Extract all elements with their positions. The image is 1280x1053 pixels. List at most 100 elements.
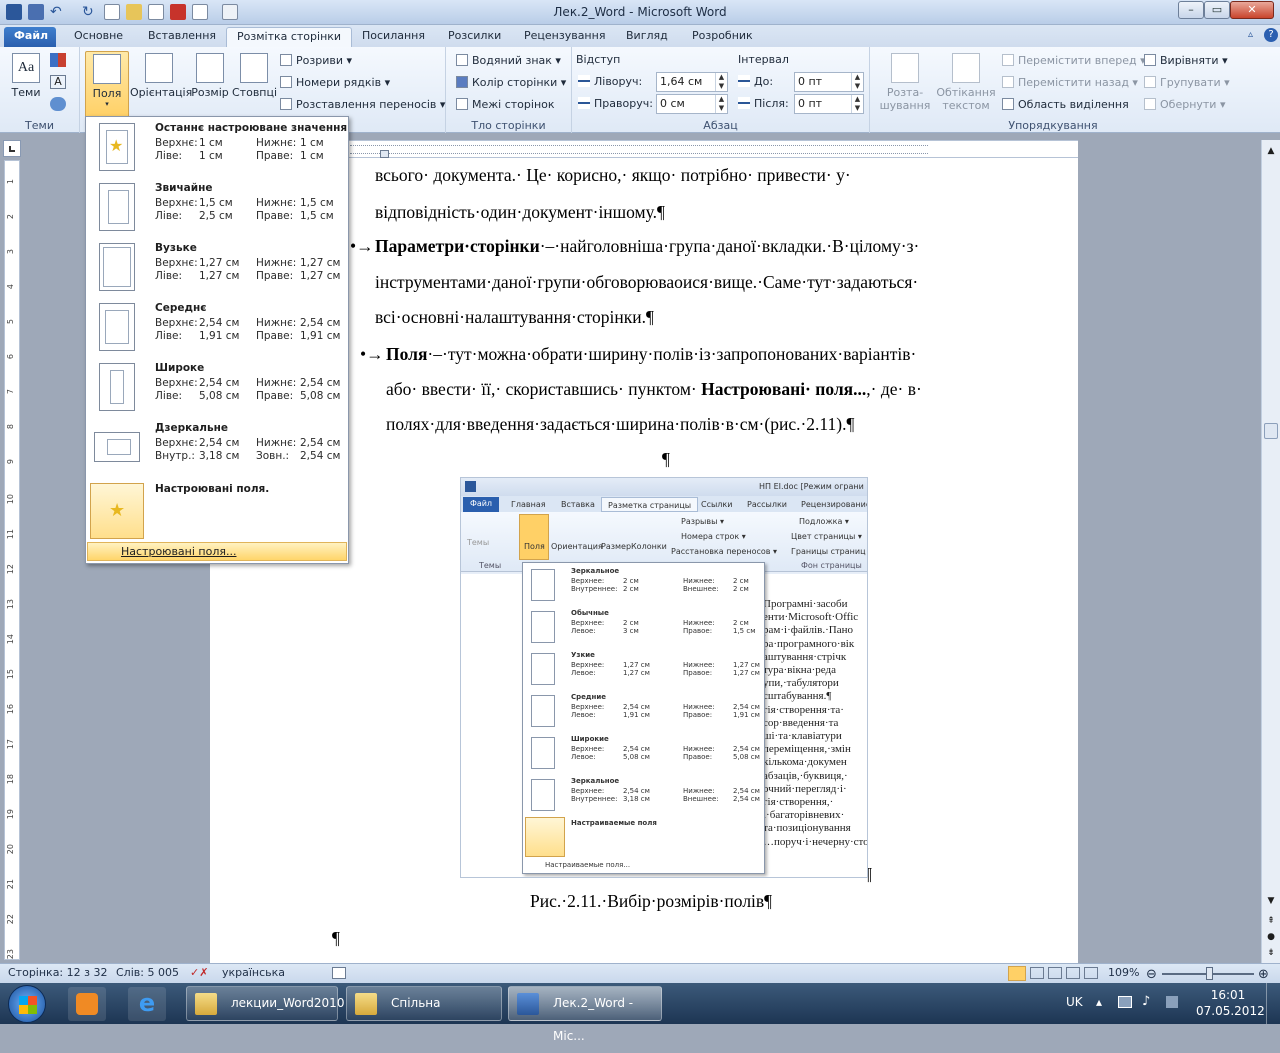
- tab-developer[interactable]: Розробник: [682, 27, 763, 47]
- spacing-after-spinner-icon[interactable]: ▲ ▼: [851, 95, 863, 113]
- start-button[interactable]: [8, 985, 46, 1023]
- zoom-level[interactable]: 109%: [1108, 964, 1139, 982]
- media-player-icon[interactable]: [68, 987, 106, 1021]
- indent-left-input[interactable]: 1,64 см ▲ ▼: [656, 72, 728, 92]
- vertical-scrollbar[interactable]: ▲ ▼ ⇞ ● ⇟: [1261, 140, 1280, 963]
- web-layout-view-icon[interactable]: [1048, 967, 1062, 979]
- zoom-slider-thumb[interactable]: [1206, 967, 1213, 980]
- bring-forward-button[interactable]: Перемістити вперед ▾: [1002, 52, 1146, 70]
- next-page-icon[interactable]: ⇟: [1264, 948, 1278, 962]
- show-hidden-icons-icon[interactable]: ▴: [1096, 995, 1102, 1009]
- previous-page-icon[interactable]: ⇞: [1264, 916, 1278, 930]
- close-button[interactable]: ✕: [1230, 1, 1274, 19]
- tab-references[interactable]: Посилання: [352, 27, 435, 47]
- fig-themes: Темы: [467, 538, 490, 547]
- page-color-button[interactable]: Колір сторінки ▾: [456, 74, 566, 92]
- clock-time[interactable]: 16:01: [1198, 988, 1258, 1002]
- tab-mailings[interactable]: Розсилки: [438, 27, 511, 47]
- margin-option[interactable]: Дзеркальне Верхнє:2,54 см Нижнє: 2,54 см Вну…: [86, 417, 348, 477]
- full-screen-view-icon[interactable]: [1030, 967, 1044, 979]
- margin-value: 1,27 см: [300, 257, 341, 269]
- theme-fonts-icon[interactable]: A: [50, 75, 66, 89]
- position-button[interactable]: Розта- шування: [878, 51, 932, 112]
- tab-page-layout[interactable]: Розмітка сторінки: [226, 27, 353, 47]
- margin-option[interactable]: Середнє Верхнє:2,54 см Нижнє: 2,54 см Ліве: 1…: [86, 297, 348, 357]
- size-button[interactable]: Розмір: [188, 51, 232, 111]
- selection-pane-button[interactable]: Область виділення: [1002, 96, 1129, 114]
- custom-margins-command[interactable]: Настроювані поля...: [87, 542, 347, 561]
- outline-view-icon[interactable]: [1066, 967, 1080, 979]
- wrap-text-button[interactable]: Обтікання текстом: [934, 51, 998, 112]
- scroll-thumb[interactable]: [1264, 423, 1278, 439]
- columns-button[interactable]: Стовпці: [232, 51, 277, 111]
- spacing-before-spinner-icon[interactable]: ▲ ▼: [851, 73, 863, 91]
- collapse-ribbon-icon[interactable]: ▵: [1248, 29, 1262, 43]
- margin-option-custom-preset[interactable]: ★ Настроювані поля.: [86, 479, 348, 539]
- tab-review[interactable]: Рецензування: [514, 27, 615, 47]
- show-desktop-button[interactable]: [1266, 983, 1280, 1024]
- ruler-tick-label: 13: [6, 599, 15, 610]
- ruler-tick-label: 7: [6, 389, 15, 395]
- themes-button[interactable]: Aa Теми: [4, 51, 48, 111]
- page-borders-button[interactable]: Межі сторінок: [456, 96, 555, 114]
- taskbar-item-shared[interactable]: Спільна: [346, 986, 502, 1021]
- margin-value: 1,5 см: [300, 210, 334, 222]
- keyboard-language[interactable]: UK: [1066, 995, 1083, 1009]
- spacing-after-input[interactable]: 0 пт ▲ ▼: [794, 94, 864, 114]
- orientation-button[interactable]: Орієнтація: [130, 51, 192, 111]
- minimize-button[interactable]: –: [1178, 1, 1204, 19]
- macro-record-icon[interactable]: [332, 967, 346, 979]
- taskbar-item-lectures[interactable]: лекции_Word2010: [186, 986, 344, 1021]
- indent-left-spinner-icon[interactable]: ▲ ▼: [715, 73, 727, 91]
- margin-option[interactable]: Широке Верхнє:2,54 см Нижнє: 2,54 см Ліве: 5,…: [86, 357, 348, 417]
- orientation-icon: [145, 53, 173, 83]
- breaks-button[interactable]: Розриви ▾: [280, 52, 352, 70]
- margin-option[interactable]: Вузьке Верхнє:1,27 см Нижнє: 1,27 см Ліве: 1,…: [86, 237, 348, 297]
- tab-file[interactable]: Файл: [4, 27, 56, 47]
- rotate-button[interactable]: Обернути ▾: [1144, 96, 1225, 114]
- spacing-before-input[interactable]: 0 пт ▲ ▼: [794, 72, 864, 92]
- media-player-glyph: [76, 993, 98, 1015]
- internet-explorer-icon[interactable]: e: [128, 987, 166, 1021]
- theme-effects-icon[interactable]: [50, 97, 66, 111]
- clock-date[interactable]: 07.05.2012: [1196, 1004, 1265, 1018]
- help-icon[interactable]: ?: [1264, 28, 1278, 42]
- tab-view[interactable]: Вигляд: [616, 27, 678, 47]
- scroll-up-icon[interactable]: ▲: [1264, 146, 1278, 160]
- align-button[interactable]: Вирівняти ▾: [1144, 52, 1228, 70]
- left-indent-marker-icon[interactable]: [380, 150, 389, 158]
- margin-value-row: Праве: 5,08 см: [256, 390, 340, 402]
- vertical-ruler[interactable]: 1 2 3 4 5 6 7 8 9 10 11 12 13 14 15 16 17 18 19 20 21 22 23: [4, 160, 20, 960]
- spellcheck-icon[interactable]: ✓✗: [190, 964, 208, 982]
- word-count[interactable]: Слів: 5 005: [116, 964, 179, 982]
- watermark-button[interactable]: Водяний знак ▾: [456, 52, 561, 70]
- margin-option[interactable]: Звичайне Верхнє:1,5 см Нижнє: 1,5 см Ліве: 2,…: [86, 177, 348, 237]
- volume-icon[interactable]: ♪: [1142, 994, 1150, 1009]
- language[interactable]: українська: [222, 964, 285, 982]
- send-backward-button[interactable]: Перемістити назад ▾: [1002, 74, 1138, 92]
- theme-colors-icon[interactable]: [50, 53, 66, 67]
- taskbar-item-word[interactable]: Лек.2_Word - Mic...: [508, 986, 662, 1043]
- page-count[interactable]: Сторінка: 12 з 32: [8, 964, 107, 982]
- power-icon[interactable]: [1166, 996, 1178, 1008]
- scroll-down-icon[interactable]: ▼: [1264, 896, 1278, 910]
- zoom-in-icon[interactable]: ⊕: [1258, 966, 1269, 984]
- tab-home[interactable]: Основне: [64, 27, 133, 47]
- ruler-tick-label: 12: [6, 564, 15, 575]
- margins-button[interactable]: Поля ▾: [85, 51, 129, 119]
- draft-view-icon[interactable]: [1084, 967, 1098, 979]
- indent-right-spinner-icon[interactable]: ▲ ▼: [715, 95, 727, 113]
- indent-right-input[interactable]: 0 см ▲ ▼: [656, 94, 728, 114]
- tab-selector[interactable]: [3, 140, 21, 157]
- line-numbers-button[interactable]: Номери рядків ▾: [280, 74, 390, 92]
- group-button[interactable]: Групувати ▾: [1144, 74, 1230, 92]
- zoom-out-icon[interactable]: ⊖: [1146, 966, 1157, 984]
- margin-option[interactable]: ★ Останнє настроюване значення Верхнє:1 см…: [86, 117, 348, 177]
- figure-screenshot[interactable]: НП ЕІ.doc [Режим ограни Файл Главная Вст…: [460, 477, 868, 878]
- network-icon[interactable]: [1118, 996, 1132, 1008]
- print-layout-view-icon[interactable]: [1008, 966, 1026, 981]
- hyphenation-button[interactable]: Розставлення переносів ▾: [280, 96, 445, 114]
- browse-object-icon[interactable]: ●: [1264, 932, 1278, 946]
- maximize-button[interactable]: ▭: [1204, 1, 1230, 19]
- tab-insert[interactable]: Вставлення: [138, 27, 226, 47]
